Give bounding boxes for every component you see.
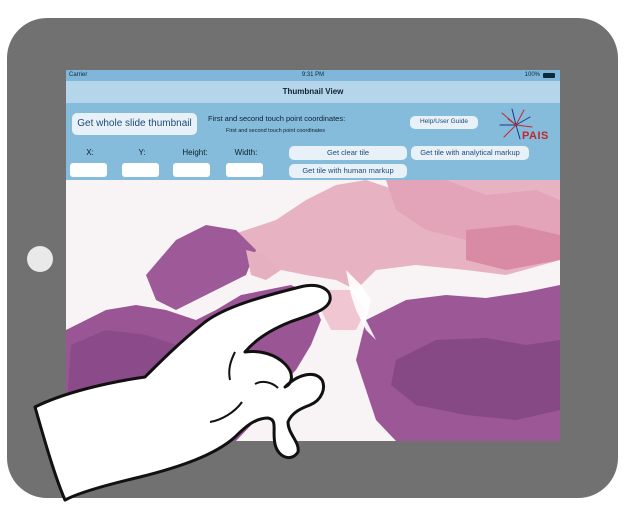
- x-field-label: X:: [86, 148, 94, 157]
- nav-bar: Thumbnail View: [66, 81, 560, 103]
- width-field-label: Width:: [234, 148, 258, 157]
- status-bar: Carrier 9:31 PM 100%: [66, 70, 560, 81]
- pais-logo-text: PAIS: [522, 130, 549, 142]
- pinch-hand-icon: [33, 284, 332, 502]
- page-title: Thumbnail View: [282, 87, 344, 96]
- help-user-guide-button[interactable]: Help/User Guide: [410, 116, 478, 129]
- coords-value: First and second touch point coordinates: [226, 128, 326, 134]
- battery-percent: 100%: [524, 72, 540, 78]
- y-field-label: Y:: [138, 148, 146, 157]
- x-input[interactable]: [70, 163, 107, 177]
- get-tile-human-markup-button[interactable]: Get tile with human markup: [289, 164, 407, 178]
- battery-icon: [543, 73, 555, 78]
- get-tile-analytical-markup-button[interactable]: Get tile with analytical markup: [411, 146, 529, 160]
- get-clear-tile-button[interactable]: Get clear tile: [289, 146, 407, 160]
- width-input[interactable]: [226, 163, 263, 177]
- get-whole-slide-thumbnail-button[interactable]: Get whole slide thumbnail: [72, 113, 197, 135]
- y-input[interactable]: [122, 163, 159, 177]
- height-input[interactable]: [173, 163, 210, 177]
- height-field-label: Height:: [182, 148, 208, 157]
- status-time: 9:31 PM: [301, 72, 325, 78]
- coords-label: First and second touch point coordinates…: [208, 114, 346, 123]
